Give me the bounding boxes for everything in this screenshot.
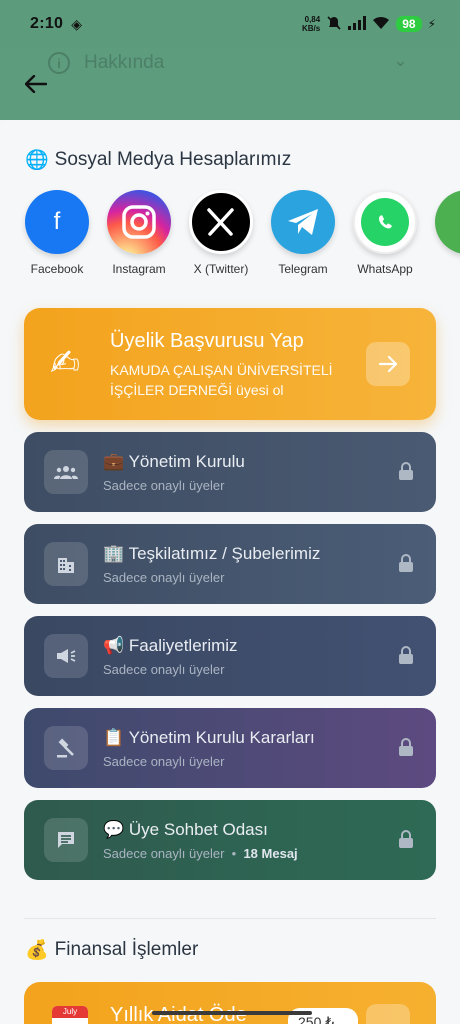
lock-icon (399, 830, 413, 848)
annual-dues-card[interactable]: July Yıllık Aidat Öde 250 ₺ (24, 982, 436, 1024)
mute-icon (326, 15, 342, 34)
lock-icon (399, 462, 413, 480)
collapsed-about-section: i Hakkında (48, 52, 164, 74)
status-icons: 0,84 KB/s 98 ⚡ (302, 15, 436, 34)
home-indicator[interactable] (152, 1011, 312, 1015)
battery-indicator: 98 (396, 16, 422, 32)
message-count-badge: 18 Mesaj (243, 846, 298, 861)
card-board-decisions[interactable]: 📋 Yönetim Kurulu Kararları Sadece onaylı… (24, 708, 436, 788)
social-media-row: f Facebook Instagram X (Twitter) Telegra… (24, 190, 460, 276)
calendar-icon: July (52, 1006, 88, 1024)
status-time: 2:10 (30, 15, 64, 32)
globe-icon: 🌐 (25, 150, 49, 171)
chat-bubble-icon (44, 818, 88, 862)
lock-icon (399, 646, 413, 664)
main-content: 🌐 Sosyal Medya Hesaplarımız f Facebook I… (0, 120, 460, 1024)
signal-icon (348, 15, 367, 33)
status-bar: 2:10 ◈ 0,84 KB/s 98 ⚡ (0, 0, 460, 48)
app-header: i Hakkında ⌄ (0, 48, 460, 120)
app-notification-icon: ◈ (71, 15, 83, 32)
writing-hand-icon: ✍ (50, 342, 81, 383)
telegram-icon (271, 190, 335, 254)
card-title: Üye Sohbet Odası (128, 820, 268, 839)
clipboard-icon: 📋 (103, 728, 125, 747)
lock-icon (399, 554, 413, 572)
megaphone-icon (44, 634, 88, 678)
card-board-of-directors[interactable]: 💼 Yönetim Kurulu Sadece onaylı üyeler (24, 432, 436, 512)
membership-title: Üyelik Başvurusu Yap (110, 330, 304, 352)
card-subtitle: Sadece onaylı üyeler (103, 478, 225, 493)
card-activities[interactable]: 📢 Faaliyetlerimiz Sadece onaylı üyeler (24, 616, 436, 696)
arrow-right-button[interactable] (366, 1004, 410, 1024)
finance-section-title: 💰 Finansal İşlemler (25, 939, 199, 961)
social-telegram[interactable]: Telegram (270, 190, 336, 276)
group-icon (44, 450, 88, 494)
building-icon (44, 542, 88, 586)
card-title: Yönetim Kurulu (128, 452, 245, 471)
card-title: Faaliyetlerimiz (128, 636, 238, 655)
arrow-right-icon[interactable] (366, 342, 410, 386)
membership-application-card[interactable]: ✍ Üyelik Başvurusu Yap KAMUDA ÇALIŞAN ÜN… (24, 308, 436, 420)
arrow-left-icon (25, 75, 47, 93)
briefcase-icon: 💼 (103, 452, 125, 471)
social-facebook[interactable]: f Facebook (24, 190, 90, 276)
back-button[interactable] (22, 70, 50, 98)
card-subtitle: Sadece onaylı üyeler (103, 662, 225, 677)
card-organization-branches[interactable]: 🏢 Teşkilatımız / Şubelerimiz Sadece onay… (24, 524, 436, 604)
instagram-icon (107, 190, 171, 254)
wifi-icon (372, 16, 390, 33)
facebook-icon: f (25, 190, 89, 254)
social-instagram[interactable]: Instagram (106, 190, 172, 276)
charging-icon: ⚡ (427, 17, 436, 31)
network-speed: 0,84 KB/s (301, 15, 321, 33)
social-section-title: 🌐 Sosyal Medya Hesaplarımız (25, 149, 292, 171)
card-member-chat-room[interactable]: 💬 Üye Sohbet Odası Sadece onaylı üyeler … (24, 800, 436, 880)
loudspeaker-icon: 📢 (103, 636, 125, 655)
speech-bubble-icon: 💬 (103, 820, 125, 839)
social-more[interactable]: W (434, 190, 460, 276)
social-whatsapp[interactable]: WhatsApp (352, 190, 418, 276)
office-building-icon: 🏢 (103, 544, 125, 563)
card-subtitle: Sadece onaylı üyeler (103, 754, 225, 769)
card-title: Yönetim Kurulu Kararları (128, 728, 315, 747)
separator-dot: • (231, 846, 237, 861)
membership-subtitle: KAMUDA ÇALIŞAN ÜNİVERSİTELİ İŞÇİLER DERN… (110, 362, 333, 398)
card-subtitle: Sadece onaylı üyeler • 18 Mesaj (103, 846, 298, 861)
card-subtitle: Sadece onaylı üyeler (103, 570, 225, 585)
section-divider (24, 918, 436, 919)
lock-icon (399, 738, 413, 756)
x-logo-icon (189, 190, 253, 254)
card-title: Teşkilatımız / Şubelerimiz (128, 544, 321, 563)
money-bag-icon: 💰 (25, 940, 49, 961)
chevron-down-icon: ⌄ (392, 50, 408, 70)
partial-social-icon (435, 190, 460, 254)
info-icon: i (48, 52, 70, 74)
whatsapp-icon (353, 190, 417, 254)
gavel-icon (44, 726, 88, 770)
social-x-twitter[interactable]: X (Twitter) (188, 190, 254, 276)
